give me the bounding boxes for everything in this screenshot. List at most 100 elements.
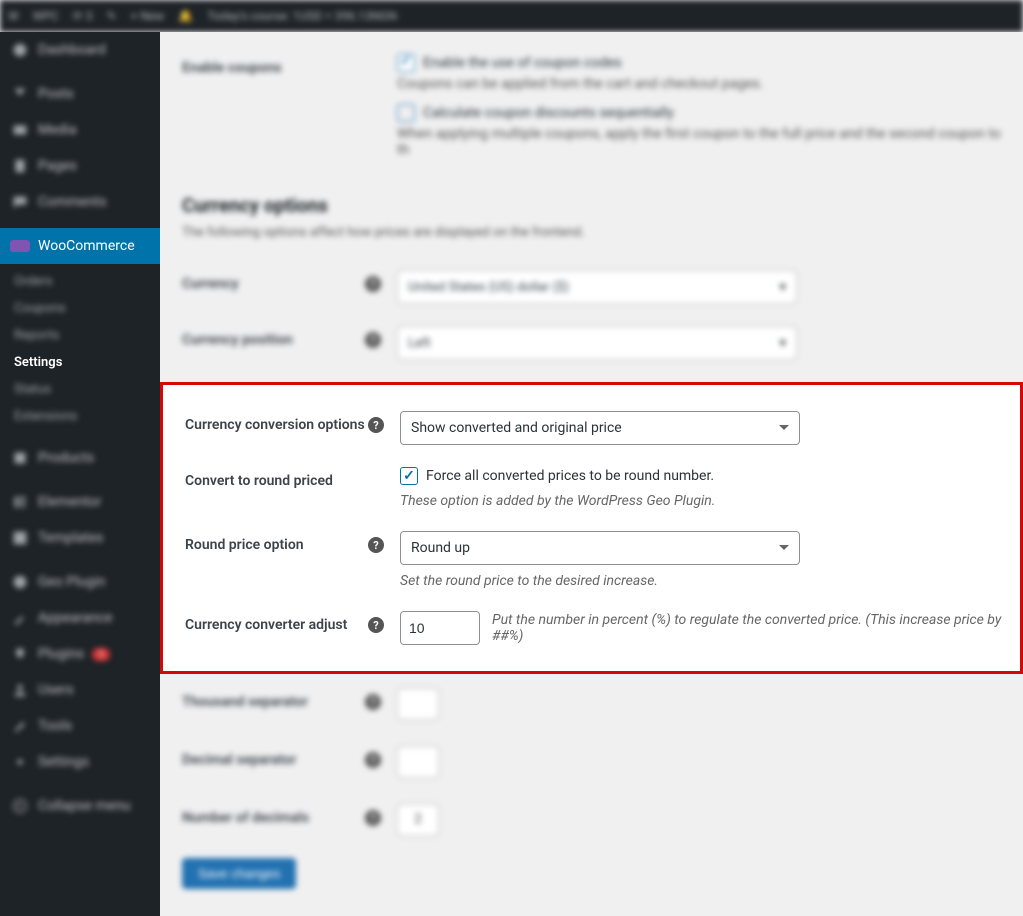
menu-plugins[interactable]: Plugins1 [0, 636, 160, 672]
pin-icon [10, 84, 30, 104]
admin-bar-comments[interactable]: ✎ [106, 9, 116, 23]
menu-geoplugin[interactable]: Geo Plugin [0, 564, 160, 600]
highlighted-geo-plugin-options: Currency conversion options ? Show conve… [160, 382, 1023, 674]
menu-collapse[interactable]: Collapse menu [0, 788, 160, 824]
collapse-icon [10, 796, 30, 816]
decimal-sep-label: Decimal separator [182, 752, 296, 768]
submenu-orders[interactable]: Orders [0, 268, 160, 295]
menu-tools[interactable]: Tools [0, 708, 160, 744]
help-icon[interactable]: ? [365, 276, 381, 292]
calc-sequential-checkbox[interactable] [397, 104, 415, 122]
round-price-check-label: Force all converted prices to be round n… [426, 468, 714, 484]
products-icon [10, 448, 30, 468]
save-changes-button[interactable]: Save changes [182, 858, 296, 889]
admin-bar-notifications[interactable]: 🔔 [178, 9, 193, 23]
admin-bar-site[interactable]: WPC [33, 9, 59, 23]
round-price-description: These option is added by the WordPress G… [400, 493, 1020, 509]
currency-options-subtitle: The following options affect how prices … [182, 225, 1001, 240]
menu-media[interactable]: Media [0, 112, 160, 148]
help-icon[interactable]: ? [368, 537, 384, 553]
currency-position-label: Currency position [182, 332, 293, 348]
enable-coupons-check-text: Enable the use of coupon codes [423, 55, 622, 71]
woocommerce-submenu: Orders Coupons Reports Settings Status E… [0, 264, 160, 440]
thousand-sep-label: Thousand separator [182, 694, 308, 710]
menu-label: Comments [38, 194, 107, 210]
menu-label: Appearance [38, 610, 112, 626]
menu-users[interactable]: Users [0, 672, 160, 708]
help-icon[interactable]: ? [365, 694, 381, 710]
currency-position-select[interactable]: Left▾ [397, 326, 797, 360]
globe-icon [10, 572, 30, 592]
comment-icon [10, 192, 30, 212]
enable-coupons-desc: Coupons can be applied from the cart and… [397, 76, 1001, 92]
elementor-icon [10, 492, 30, 512]
menu-posts[interactable]: Posts [0, 76, 160, 112]
wrench-icon [10, 716, 30, 736]
thousand-sep-input[interactable] [397, 688, 439, 720]
menu-label: Templates [38, 530, 104, 546]
decimal-sep-input[interactable] [397, 746, 439, 778]
blurred-upper-settings: Enable coupons Enable the use of coupon … [160, 32, 1023, 360]
admin-sidebar: Dashboard Posts Media Pages Comments Woo… [0, 32, 160, 916]
calc-sequential-desc: When applying multiple coupons, apply th… [397, 126, 1001, 158]
conversion-options-label: Currency conversion options [185, 417, 365, 433]
submenu-extensions[interactable]: Extensions [0, 403, 160, 430]
submenu-settings[interactable]: Settings [0, 349, 160, 376]
calc-sequential-text: Calculate coupon discounts sequentially [423, 105, 674, 121]
menu-settings[interactable]: Settings [0, 744, 160, 780]
menu-pages[interactable]: Pages [0, 148, 160, 184]
currency-select[interactable]: United States (US) dollar ($)▾ [397, 270, 797, 304]
round-option-label: Round price option [185, 537, 304, 553]
blurred-lower-settings: Thousand separator? Decimal separator? N… [160, 688, 1023, 909]
menu-label: WooCommerce [38, 238, 135, 254]
plug-icon [10, 644, 30, 664]
submenu-status[interactable]: Status [0, 376, 160, 403]
menu-appearance[interactable]: Appearance [0, 600, 160, 636]
gear-icon [10, 752, 30, 772]
menu-label: Media [38, 122, 77, 138]
templates-icon [10, 528, 30, 548]
round-option-select[interactable]: Round up [400, 531, 800, 565]
menu-dashboard[interactable]: Dashboard [0, 32, 160, 68]
menu-label: Products [38, 450, 94, 466]
conversion-options-value: Show converted and original price [411, 420, 622, 436]
chevron-down-icon [779, 425, 789, 435]
round-price-checkbox[interactable] [400, 467, 418, 485]
convert-round-label: Convert to round priced [185, 473, 333, 489]
content-area: Enable coupons Enable the use of coupon … [160, 32, 1023, 916]
menu-elementor[interactable]: Elementor [0, 484, 160, 520]
adjust-label: Currency converter adjust [185, 617, 347, 633]
currency-value: United States (US) dollar ($) [408, 280, 569, 295]
admin-bar-updates[interactable]: ⟳ 3 [73, 9, 93, 23]
menu-label: Dashboard [38, 42, 106, 58]
media-icon [10, 120, 30, 140]
admin-bar: W WPC ⟳ 3 ✎ + New 🔔 Today's course: 1USD… [0, 0, 1023, 32]
adjust-desc: Put the number in percent (%) to regulat… [492, 612, 1020, 644]
conversion-options-select[interactable]: Show converted and original price [400, 411, 800, 445]
menu-label: Tools [38, 718, 72, 734]
menu-comments[interactable]: Comments [0, 184, 160, 220]
help-icon[interactable]: ? [368, 617, 384, 633]
menu-templates[interactable]: Templates [0, 520, 160, 556]
help-icon[interactable]: ? [368, 417, 384, 433]
adjust-input[interactable] [400, 611, 480, 645]
admin-bar-new[interactable]: + New [131, 9, 165, 23]
menu-label: Users [38, 682, 74, 698]
submenu-reports[interactable]: Reports [0, 322, 160, 349]
menu-label: Plugins [38, 646, 84, 662]
menu-label: Posts [38, 86, 74, 102]
admin-bar-item[interactable]: W [8, 9, 19, 23]
menu-woocommerce[interactable]: WooCommerce [0, 228, 160, 264]
help-icon[interactable]: ? [365, 752, 381, 768]
dashboard-icon [10, 40, 30, 60]
num-decimals-label: Number of decimals [182, 810, 309, 826]
brush-icon [10, 608, 30, 628]
help-icon[interactable]: ? [365, 810, 381, 826]
menu-products[interactable]: Products [0, 440, 160, 476]
enable-coupons-checkbox[interactable] [397, 54, 415, 72]
submenu-coupons[interactable]: Coupons [0, 295, 160, 322]
help-icon[interactable]: ? [365, 332, 381, 348]
num-decimals-input[interactable]: 2 [397, 804, 439, 836]
round-option-desc: Set the round price to the desired incre… [400, 573, 1020, 589]
menu-label: Pages [38, 158, 77, 174]
